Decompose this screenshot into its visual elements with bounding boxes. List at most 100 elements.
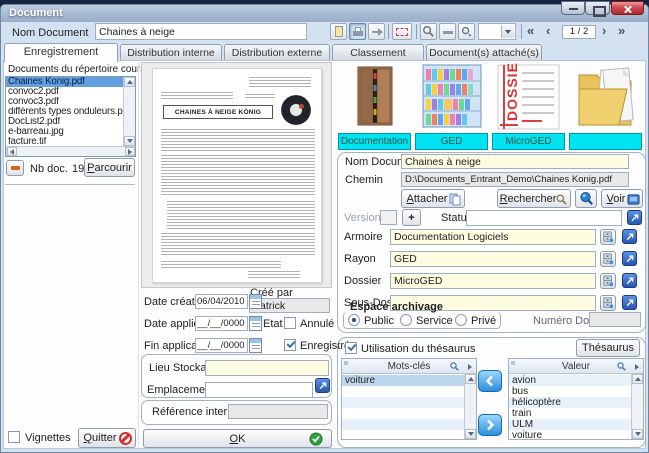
nav-prev-button[interactable]: ‹ <box>546 22 550 39</box>
keyword-row[interactable]: voiture <box>342 375 464 386</box>
document-preview[interactable]: CHAINES À NEIGE KÖNIG <box>141 62 332 288</box>
keyword-row[interactable] <box>342 397 464 408</box>
value-row[interactable]: hélicoptère <box>509 397 631 408</box>
value-row[interactable]: ULM <box>509 419 631 430</box>
file-item[interactable]: différents types onduleurs.pdf <box>6 107 123 117</box>
calendar-icon[interactable] <box>249 316 262 331</box>
annule-checkbox[interactable] <box>284 317 296 329</box>
calendar-icon[interactable] <box>249 338 262 353</box>
file-item[interactable]: convoc2.pdf <box>6 87 123 97</box>
nav-next-button[interactable]: › <box>602 22 606 39</box>
window-titlebar[interactable]: Document <box>1 5 648 22</box>
tab-distribution-externe[interactable]: Distribution externe <box>224 44 330 61</box>
close-button[interactable] <box>611 1 644 15</box>
armoire-select[interactable]: Documentation Logiciels <box>390 229 596 245</box>
tile-dossier-image[interactable]: DOSSIER <box>492 63 565 131</box>
rechercher-button[interactable]: Rechercher <box>497 189 571 208</box>
value-row[interactable]: bus <box>509 386 631 397</box>
emplacement-edit-button[interactable] <box>315 378 330 393</box>
header-arrow-icon[interactable] <box>468 364 472 370</box>
zoom-button[interactable] <box>420 23 437 40</box>
tile-folder-image[interactable] <box>569 63 642 131</box>
maximize-button[interactable] <box>585 1 610 15</box>
thesaurus-checkbox[interactable] <box>345 342 357 354</box>
file-list[interactable]: Chaines Konig.pdf convoc2.pdf convoc3.pd… <box>5 76 136 157</box>
pan-button[interactable] <box>458 23 475 40</box>
vertical-scrollbar[interactable] <box>464 374 476 439</box>
radio-prive[interactable] <box>455 314 467 326</box>
keywords-grid[interactable]: Mots-clés voiture <box>341 358 477 440</box>
add-version-button[interactable]: + <box>402 209 421 226</box>
radio-service[interactable] <box>400 314 412 326</box>
scroll-left-button[interactable] <box>7 147 17 156</box>
calendar-icon[interactable] <box>249 294 262 309</box>
quitter-button[interactable]: Quitter <box>78 428 136 448</box>
armoire-browse-button[interactable] <box>600 229 616 245</box>
vertical-scrollbar[interactable] <box>123 77 135 146</box>
export-button[interactable] <box>330 23 347 40</box>
lieu-stockage-select[interactable] <box>205 360 329 376</box>
transfer-right-button[interactable] <box>478 414 502 436</box>
scroll-up-button[interactable] <box>632 374 643 384</box>
fin-application-input[interactable] <box>195 338 248 353</box>
print-button[interactable] <box>349 23 366 40</box>
chevron-down-icon[interactable] <box>501 25 514 38</box>
horizontal-scrollbar[interactable] <box>6 146 135 156</box>
emplacement-input[interactable] <box>205 382 313 398</box>
dossier-edit-button[interactable] <box>622 273 637 288</box>
value-row[interactable]: voiture <box>509 430 631 439</box>
transfer-left-button[interactable] <box>478 370 502 392</box>
keyword-row[interactable] <box>342 386 464 397</box>
file-item[interactable]: convoc3.pdf <box>6 97 123 107</box>
nom-document2-field[interactable]: Chaines à neige <box>401 154 629 169</box>
scroll-up-button[interactable] <box>465 374 476 384</box>
tab-distribution-interne[interactable]: Distribution interne <box>120 44 222 61</box>
rayon-edit-button[interactable] <box>622 251 637 266</box>
scroll-up-button[interactable] <box>124 77 135 87</box>
date-application-input[interactable] <box>195 316 248 331</box>
vertical-scrollbar[interactable] <box>631 374 643 439</box>
tile-button-microged[interactable]: MicroGED <box>492 133 565 150</box>
tab-classement[interactable]: Classement <box>332 44 424 61</box>
tile-button-empty[interactable] <box>569 133 642 150</box>
attacher-button[interactable]: Attacher <box>401 189 465 208</box>
scroll-down-button[interactable] <box>124 136 135 146</box>
date-creation-input[interactable] <box>195 294 248 309</box>
armoire-edit-button[interactable] <box>622 229 637 244</box>
keyword-row[interactable] <box>342 419 464 430</box>
file-item[interactable]: e-barreau.jpg <box>6 127 123 137</box>
dossier-select[interactable]: MicroGED <box>390 273 596 289</box>
radio-public[interactable] <box>348 314 360 326</box>
nav-last-button[interactable]: » <box>618 22 625 39</box>
enregistre-checkbox[interactable] <box>284 339 296 351</box>
sous-dossier-edit-button[interactable] <box>622 295 637 310</box>
values-grid[interactable]: Valeur avion bus hélicoptère train ULM v… <box>508 358 644 440</box>
nav-first-button[interactable]: « <box>527 22 534 39</box>
tile-bookshelf-image[interactable] <box>415 63 488 131</box>
thesaurus-button[interactable]: Thésaurus <box>576 339 640 357</box>
tile-cabinet-image[interactable] <box>338 63 411 131</box>
dossier-browse-button[interactable] <box>600 273 616 289</box>
ok-button[interactable]: OK <box>143 429 332 448</box>
nom-document-input[interactable] <box>95 23 307 40</box>
selection-button[interactable] <box>392 23 412 40</box>
search-icon[interactable] <box>616 361 627 372</box>
statut-edit-button[interactable] <box>627 210 642 225</box>
rayon-browse-button[interactable] <box>600 251 616 267</box>
value-row[interactable]: train <box>509 408 631 419</box>
scroll-down-button[interactable] <box>632 429 643 439</box>
zoom-out-button[interactable] <box>439 23 456 40</box>
scroll-right-button[interactable] <box>125 147 135 156</box>
sous-dossier-browse-button[interactable] <box>600 295 616 311</box>
rayon-select[interactable]: GED <box>390 251 596 267</box>
file-item[interactable]: DocList2.pdf <box>6 117 123 127</box>
header-arrow-icon[interactable] <box>635 364 639 370</box>
scroll-down-button[interactable] <box>465 429 476 439</box>
zoom-select[interactable] <box>478 23 516 40</box>
file-item[interactable]: Chaines Konig.pdf <box>6 77 123 87</box>
voir-button[interactable]: Voir <box>601 189 643 208</box>
tile-button-ged[interactable]: GED <box>415 133 488 150</box>
search-icon[interactable] <box>449 361 460 372</box>
value-row[interactable]: avion <box>509 375 631 386</box>
minimize-button[interactable] <box>561 1 585 15</box>
